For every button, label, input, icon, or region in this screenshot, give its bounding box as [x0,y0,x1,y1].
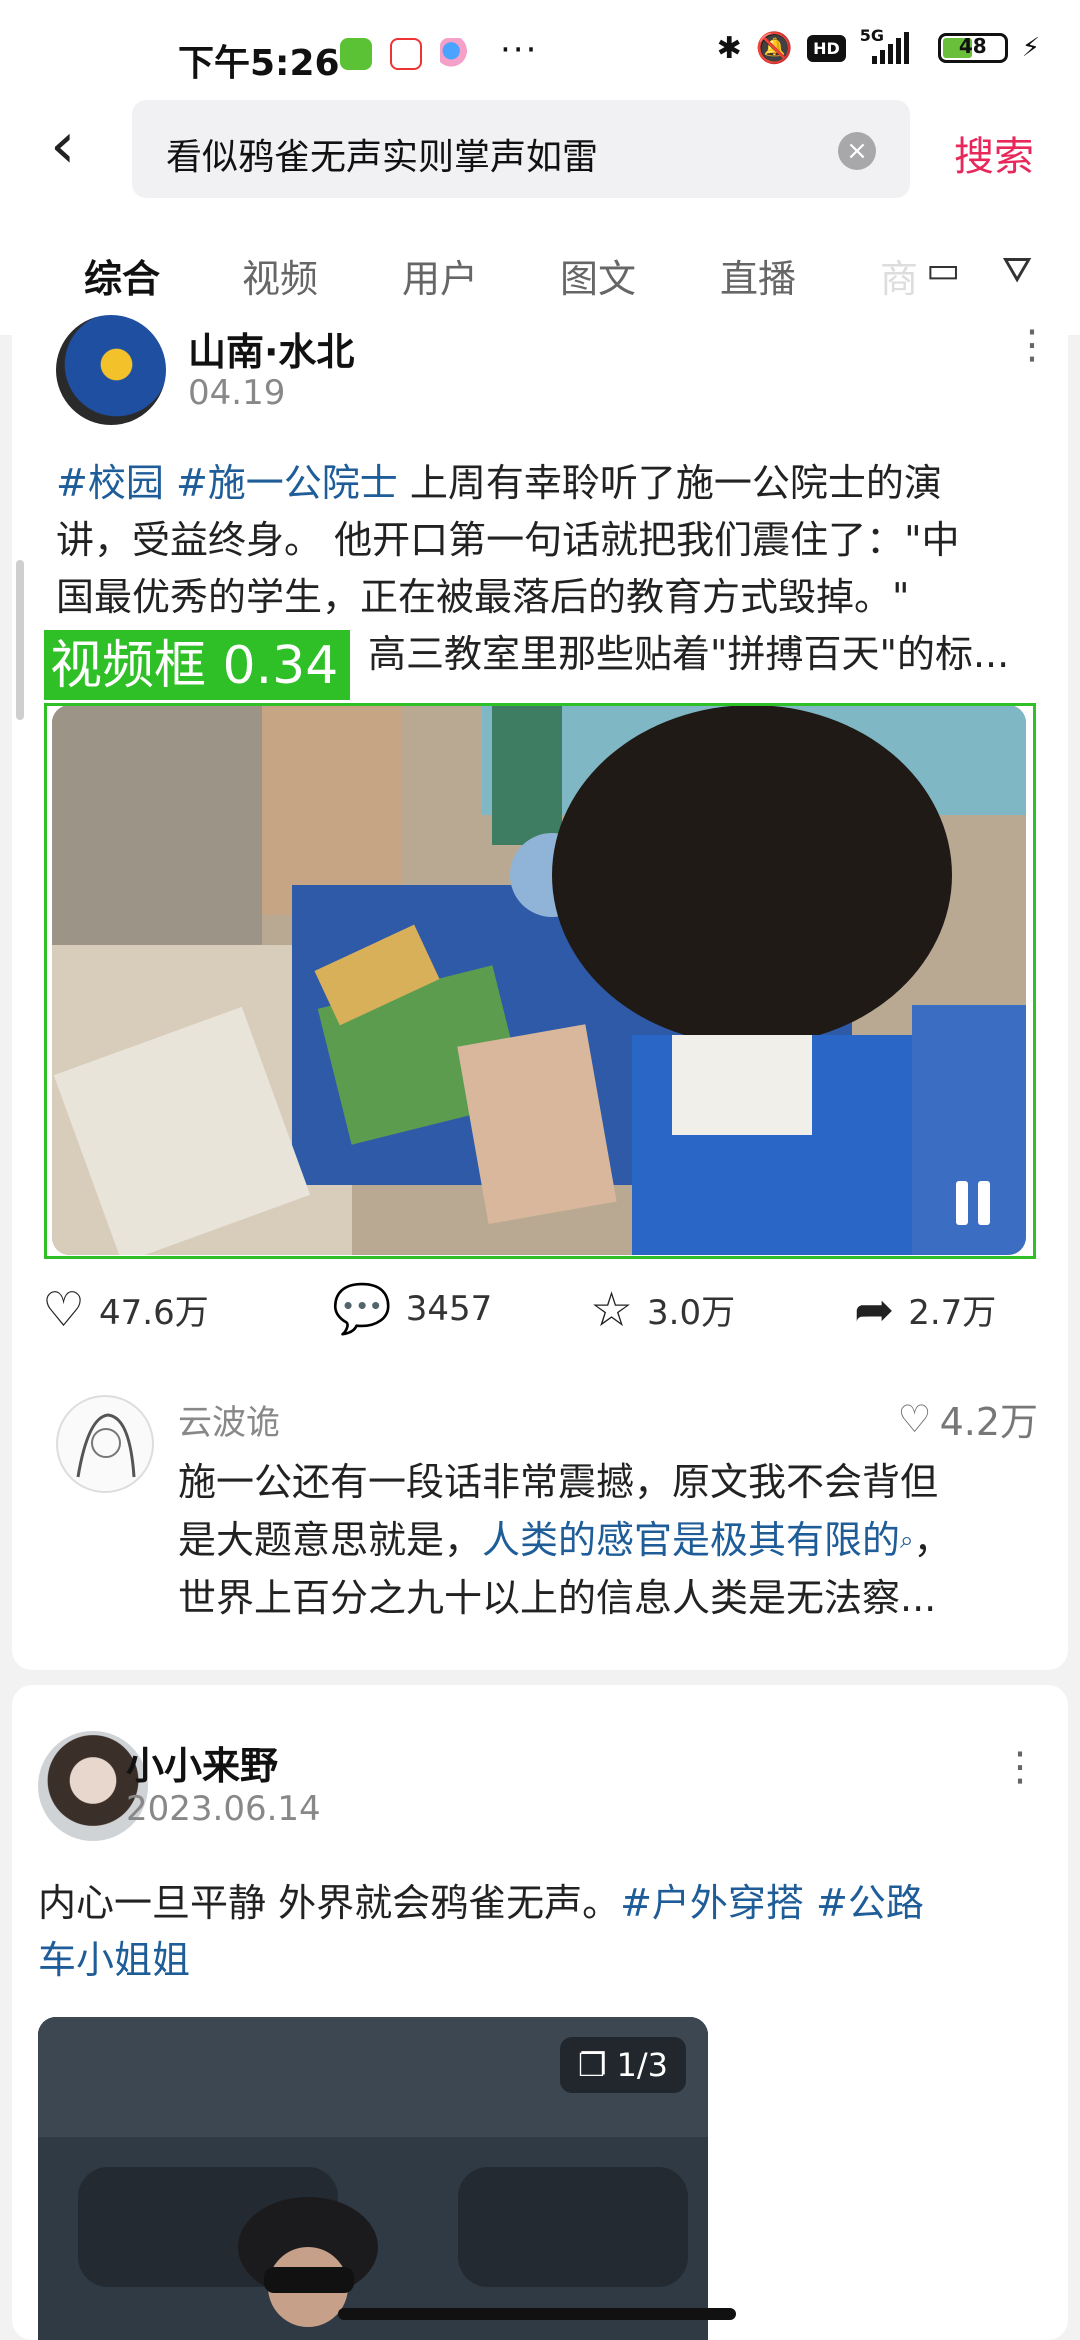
status-bar: 下午5:26 ··· ✱ 🔕 HD 5G 48 ⚡ [0,0,1080,100]
comment-line: ， [913,1518,952,1562]
hashtag[interactable]: #校园 [56,461,164,505]
favorite-count: 3.0万 [647,1293,736,1333]
comment-line: 施一公还有一段话非常震撼，原文我不会背但 [178,1460,939,1504]
tab-shop[interactable]: 商 [880,248,918,303]
favorite-button[interactable]: ☆ 3.0万 [590,1285,735,1334]
comment-line: 世界上百分之九十以上的信息人类是无法察... [178,1576,937,1620]
detection-box [44,703,1036,1259]
post-actions: ♡ 47.6万 💬 3457 ☆ 3.0万 ➦ 2.7万 [12,1285,1068,1355]
wechat-notification-icon [340,38,372,70]
post-author[interactable]: 山南·水北 [188,321,354,376]
post-body: 内心一旦平静 外界就会鸦雀无声。#户外穿搭 #公路 车小姐姐 [38,1875,1028,1989]
comment-like-button[interactable]: ♡ 4.2万 [897,1391,1038,1446]
comment-username[interactable]: 云波诡 [178,1395,280,1444]
share-button[interactable]: ➦ 2.7万 [854,1285,996,1334]
comment-count: 3457 [405,1289,493,1329]
star-icon: ☆ [590,1281,634,1338]
image-count: 1/3 [616,2046,669,2084]
post-text-line: 讲，受益终身。 他开口第一句话就把我们震住了："中 [56,518,960,562]
tab-users[interactable]: 用户 [402,248,478,303]
battery-icon: 48 [937,33,1008,63]
home-indicator[interactable] [338,2308,736,2320]
layout-toggle-icon[interactable]: ▭ [926,250,960,291]
heart-icon: ♡ [897,1396,932,1441]
image-count-badge: ❐ 1/3 [559,2037,686,2093]
heart-icon: ♡ [42,1281,86,1338]
share-arrow-icon: ➦ [854,1281,895,1338]
post-date: 04.19 [188,373,286,413]
gallery-icon: ❐ [577,2046,607,2084]
tab-image-text[interactable]: 图文 [560,248,636,303]
more-options-icon[interactable]: ⋮ [1012,325,1052,365]
hd-icon: HD [807,34,846,62]
mute-bell-icon: 🔕 [755,30,794,66]
filter-icon[interactable]: ⛛ [1002,250,1032,292]
clear-icon[interactable]: × [838,132,876,170]
status-time: 下午5:26 [178,43,340,84]
signal-icon: 5G [860,26,924,66]
post-text-line: 国最优秀的学生，正在被最落后的教育方式毁掉。" [56,575,910,619]
tab-comprehensive[interactable]: 综合 [84,248,160,303]
comment-text[interactable]: 施一公还有一段话非常震撼，原文我不会背但 是大题意思就是，人类的感官是极其有限的… [178,1453,1028,1627]
tab-live[interactable]: 直播 [720,248,796,303]
app58-notification-icon [390,38,422,70]
hashtag[interactable]: #户外穿搭 [620,1881,804,1925]
detection-label: 视频框 0.34 [44,630,351,700]
post-card[interactable]: 小小来野 2023.06.14 ⋮ 内心一旦平静 外界就会鸦雀无声。#户外穿搭 … [12,1685,1068,2340]
comment-button[interactable]: 💬 3457 [332,1285,492,1333]
search-button[interactable]: 搜索 [954,124,1034,182]
like-count: 47.6万 [99,1293,209,1333]
comment-avatar[interactable] [56,1395,154,1493]
search-input[interactable]: 看似鸦雀无声实则掌声如雷 × [132,100,910,198]
post-date: 2023.06.14 [126,1789,321,1829]
post-text-line: 上周有幸聆听了施一公院士的演 [397,461,942,505]
share-count: 2.7万 [908,1293,997,1333]
more-notifications-icon: ··· [500,30,539,70]
battery-level: 48 [958,34,987,58]
post-text-line: 内心一旦平静 外界就会鸦雀无声。 [38,1881,621,1925]
comment-like-count: 4.2万 [939,1400,1038,1444]
cloud-notification-icon [440,38,472,70]
comment-line: 是大题意思就是， [178,1518,483,1562]
hashtag[interactable]: #施一公院士 [176,461,398,505]
result-tabs: 综合 视频 用户 图文 直播 商 ▭ ⛛ [0,210,1080,335]
post-author[interactable]: 小小来野 [126,1735,278,1790]
comment-bubble-icon: 💬 [332,1281,392,1337]
bluetooth-icon: ✱ [716,30,742,66]
hashtag[interactable]: #公路 [804,1881,924,1925]
image-preview[interactable]: ❐ 1/3 [38,2017,708,2340]
charging-icon: ⚡ [1021,33,1040,63]
search-link-icon[interactable]: ⌕ [900,1526,913,1554]
hashtag[interactable]: 车小姐姐 [38,1938,190,1982]
search-header: ‹ 看似鸦雀无声实则掌声如雷 × 搜索 [0,100,1080,210]
like-button[interactable]: ♡ 47.6万 [42,1285,209,1334]
search-query[interactable]: 看似鸦雀无声实则掌声如雷 [166,128,598,180]
tab-video[interactable]: 视频 [242,248,318,303]
back-chevron-icon[interactable]: ‹ [50,114,76,178]
more-options-icon[interactable]: ⋮ [1000,1747,1040,1787]
search-link[interactable]: 人类的感官是极其有限的 [482,1518,900,1562]
scroll-indicator [16,560,24,720]
avatar[interactable] [56,315,166,425]
post-card[interactable]: 山南·水北 04.19 ⋮ #校园 #施一公院士 上周有幸聆听了施一公院士的演 … [12,315,1068,1670]
